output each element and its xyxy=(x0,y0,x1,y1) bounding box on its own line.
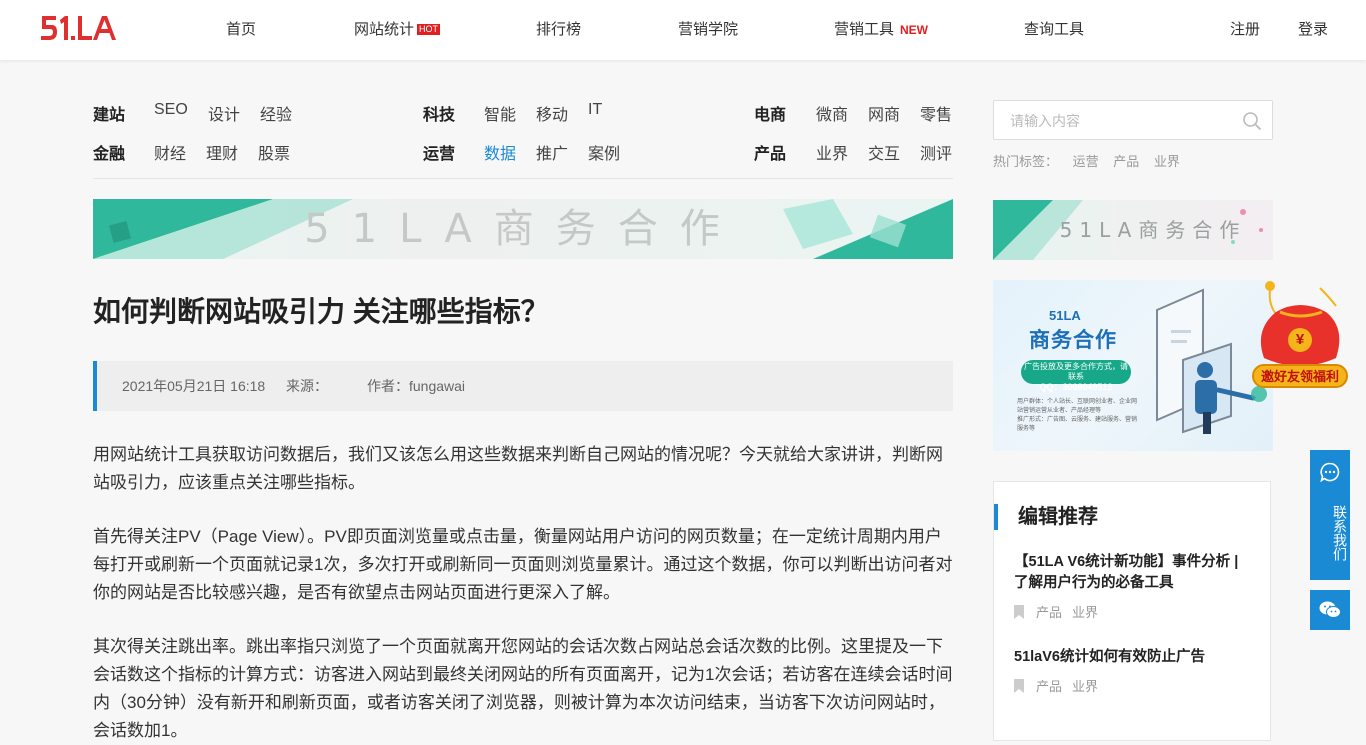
category-divider xyxy=(93,178,953,179)
ad-contact-pill: 广告投放及更多合作方式，请联系 QQ：3008049512 xyxy=(1021,360,1131,392)
category-link[interactable]: 股票 xyxy=(258,140,290,164)
recommend-tag[interactable]: 产品 xyxy=(1036,605,1062,620)
category-title[interactable]: 产品 xyxy=(754,140,786,164)
business-banner[interactable]: 51LA商务合作 xyxy=(93,199,953,259)
nav-site-stats[interactable]: 网站统计 HOT xyxy=(354,0,441,60)
category-title[interactable]: 电商 xyxy=(754,101,786,125)
side-banner-text: 51LA商务合作 xyxy=(1059,218,1247,242)
hot-tag[interactable]: 运营 xyxy=(1073,154,1099,169)
article-paragraph: 用网站统计工具获取访问数据后，我们又该怎么用这些数据来判断自己网站的情况呢？今天… xyxy=(93,445,943,492)
business-ad-card[interactable]: 51LA 商务合作 广告投放及更多合作方式，请联系 QQ：3008049512 … xyxy=(993,280,1273,451)
hot-tag[interactable]: 业界 xyxy=(1154,154,1180,169)
ad-fine-line: 推广形式：广告图、云服务、建站服务、营销服务等 xyxy=(1017,417,1138,432)
bookmark-icon xyxy=(1014,679,1024,693)
site-logo[interactable] xyxy=(40,14,118,46)
hot-tags-label: 热门标签： xyxy=(993,154,1059,169)
logo-mark xyxy=(41,16,116,40)
article-paragraph: 其次得关注跳出率。跳出率指只浏览了一个页面就离开您网站的会话次数占网站总会话次数… xyxy=(93,637,953,740)
search-input[interactable] xyxy=(1008,101,1232,141)
hot-tags: 热门标签： 运营 产品 业界 xyxy=(993,151,1191,170)
category-link-active[interactable]: 数据 xyxy=(484,140,516,164)
article-date: 2021年05月21日 16:18 xyxy=(122,378,266,394)
nav-marketing-academy[interactable]: 营销学院 xyxy=(678,0,738,60)
ad-fine-line: 用户群体：个人站长、互联网创业者、企业网站营销运营从业者、产品经理等 xyxy=(1017,399,1138,414)
hot-tag[interactable]: 产品 xyxy=(1113,154,1139,169)
article-author: 作者：fungawai xyxy=(367,378,466,394)
recommend-tag[interactable]: 业界 xyxy=(1072,679,1098,694)
category-link[interactable]: SEO xyxy=(154,101,188,119)
article-paragraph: 首先得关注PV（Page View）。PV即页面浏览量或点击量，衡量网站用户访问… xyxy=(93,527,953,602)
recommend-item-tags: 产品 业界 xyxy=(1014,602,1108,621)
nav-site-stats-label: 网站统计 xyxy=(354,21,415,38)
search-box xyxy=(993,100,1273,141)
category-title[interactable]: 建站 xyxy=(93,101,125,125)
wechat-icon xyxy=(1319,601,1341,618)
wechat-button[interactable] xyxy=(1310,590,1350,630)
category-link[interactable]: 业界 xyxy=(816,140,848,164)
recommend-item-title[interactable]: 【51LA V6统计新功能】事件分析 | 了解用户行为的必备工具 xyxy=(1014,552,1254,594)
search-icon[interactable] xyxy=(1242,111,1262,131)
register-link[interactable]: 注册 xyxy=(1230,0,1260,60)
business-banner-text: 51LA商务合作 xyxy=(304,206,742,252)
nav-query-tools[interactable]: 查询工具 xyxy=(1024,0,1084,60)
editor-recommend-card: 编辑推荐 【51LA V6统计新功能】事件分析 | 了解用户行为的必备工具 产品… xyxy=(993,481,1271,741)
category-link[interactable]: 网商 xyxy=(868,101,900,125)
hot-badge: HOT xyxy=(417,23,441,35)
recommend-item-tags: 产品 业界 xyxy=(1014,676,1108,695)
nav-marketing-tools-label: 营销工具 xyxy=(834,21,895,38)
recommend-tag[interactable]: 产品 xyxy=(1036,679,1062,694)
login-link[interactable]: 登录 xyxy=(1298,0,1328,60)
recommend-heading: 编辑推荐 xyxy=(994,504,1098,530)
category-link[interactable]: IT xyxy=(588,101,602,119)
category-title[interactable]: 科技 xyxy=(423,101,455,125)
article-meta: 2021年05月21日 16:18 来源： 作者：fungawai xyxy=(93,361,953,411)
recommend-item-title[interactable]: 51laV6统计如何有效防止广告 xyxy=(1014,647,1254,668)
article-title: 如何判断网站吸引力 关注哪些指标？ xyxy=(93,296,549,327)
ad-pill-qq: QQ：3008049512 xyxy=(1039,382,1113,392)
category-title[interactable]: 运营 xyxy=(423,140,455,164)
category-link[interactable]: 财经 xyxy=(154,140,186,164)
category-link[interactable]: 测评 xyxy=(920,140,952,164)
invite-gift-widget[interactable]: ¥ 邀好友领福利 xyxy=(1250,278,1350,392)
category-link[interactable]: 零售 xyxy=(920,101,952,125)
category-link[interactable]: 案例 xyxy=(588,140,620,164)
contact-us-label: 联系我们 xyxy=(1332,505,1348,561)
article-source: 来源： xyxy=(286,378,328,394)
category-link[interactable]: 理财 xyxy=(206,140,238,164)
ad-title: 商务合作 xyxy=(1029,329,1117,352)
category-link[interactable]: 设计 xyxy=(208,101,240,125)
ad-brand: 51LA xyxy=(1049,308,1081,323)
contact-us-button[interactable]: 联系我们 xyxy=(1310,450,1350,580)
bookmark-icon xyxy=(1014,605,1024,619)
new-badge: NEW xyxy=(900,23,929,37)
ad-pill-line1: 广告投放及更多合作方式，请联系 xyxy=(1024,362,1128,381)
chat-bubble-icon xyxy=(1320,462,1340,482)
nav-marketing-tools[interactable]: 营销工具 NEW xyxy=(834,0,928,60)
category-link[interactable]: 经验 xyxy=(260,101,292,125)
side-business-banner[interactable]: 51LA商务合作 xyxy=(993,200,1273,260)
nav-home[interactable]: 首页 xyxy=(226,0,256,60)
top-navbar: 首页 网站统计 HOT 排行榜 营销学院 营销工具 NEW 查询工具 注册 登录 xyxy=(0,0,1366,60)
category-link[interactable]: 智能 xyxy=(484,101,516,125)
ad-fine-print: 用户群体：个人站长、互联网创业者、企业网站营销运营从业者、产品经理等 推广形式：… xyxy=(1017,398,1137,434)
category-link[interactable]: 推广 xyxy=(536,140,568,164)
lucky-bag-icon xyxy=(1260,281,1340,366)
gift-coin-symbol: ¥ xyxy=(1295,331,1305,348)
recommend-tag[interactable]: 业界 xyxy=(1072,605,1098,620)
category-link[interactable]: 交互 xyxy=(868,140,900,164)
nav-ranking[interactable]: 排行榜 xyxy=(536,0,581,60)
category-link[interactable]: 微商 xyxy=(816,101,848,125)
category-link[interactable]: 移动 xyxy=(536,101,568,125)
category-title[interactable]: 金融 xyxy=(93,140,125,164)
gift-label: 邀好友领福利 xyxy=(1252,364,1348,388)
